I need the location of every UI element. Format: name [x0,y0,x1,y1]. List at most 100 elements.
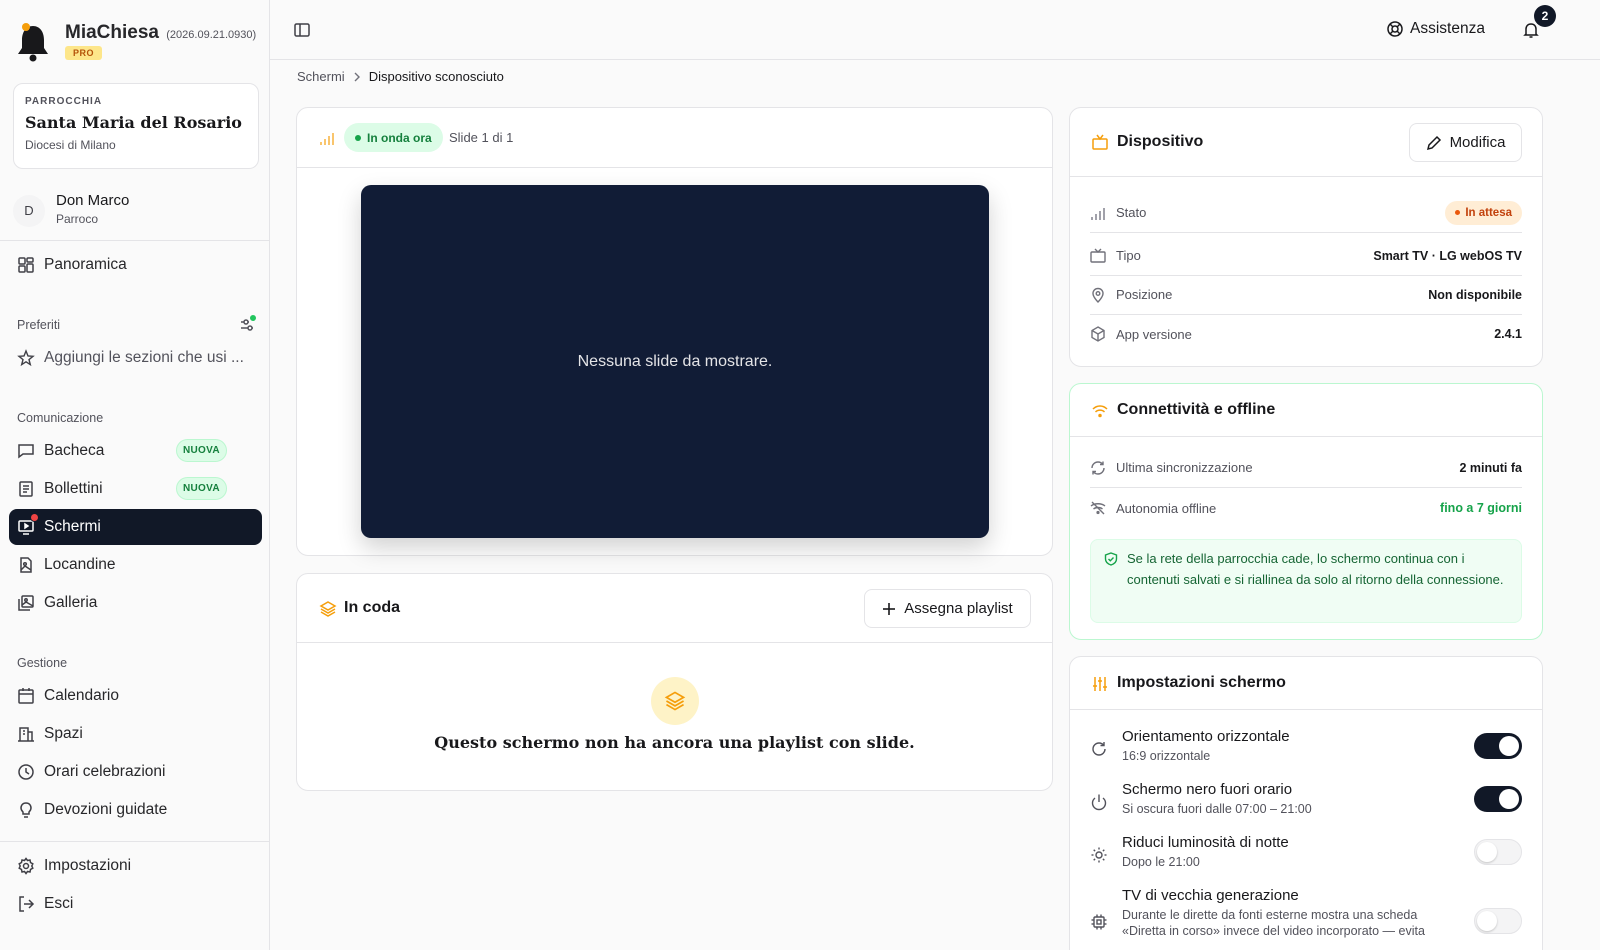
nav-label: Schermi [44,518,101,535]
nav-bollettini[interactable]: Bollettini NUOVA [9,471,262,507]
nav-label: Bacheca [44,442,105,459]
nav-schermi[interactable]: Schermi [9,509,262,545]
divider [0,841,269,842]
layers-icon [319,601,337,617]
night-black-toggle[interactable] [1474,786,1522,812]
connectivity-row-offline: Autonomia offline fino a 7 giorni [1090,488,1522,528]
connectivity-header: Connettività e offline [1070,384,1542,437]
map-pin-icon [1092,287,1104,303]
breadcrumb-current: Dispositivo sconosciuto [368,69,504,84]
plus-icon [883,602,896,615]
row-label: Stato [1116,205,1147,220]
queue-card: In coda Assegna playlist Questo schermo … [296,573,1053,791]
file-image-icon [20,557,32,573]
nav-orari-celebrazioni[interactable]: Orari celebrazioni [9,754,262,790]
legacy-tv-toggle[interactable] [1474,908,1522,934]
nav-esci[interactable]: Esci [9,886,262,922]
orientation-toggle[interactable] [1474,733,1522,759]
preview-card: In onda ora Slide 1 di 1 Nessuna slide d… [296,107,1053,556]
row-value: Smart TV · LG webOS TV [1373,248,1522,263]
connectivity-row-sync: Ultima sincronizzazione 2 minuti fa [1090,448,1522,488]
new-badge: NUOVA [176,477,227,500]
nav-label: Panoramica [44,256,127,273]
rotate-icon [1092,742,1106,756]
divider [0,240,269,241]
shield-check-icon [1104,552,1118,566]
app-version: (2026.09.21.0930) [166,29,257,41]
nav-galleria[interactable]: Galleria [9,585,262,621]
screen-settings-card: Impostazioni schermo Orientamento orizzo… [1069,656,1543,950]
refresh-icon [1091,460,1105,475]
user-name: Don Marco [56,192,130,209]
dim-night-toggle[interactable] [1474,839,1522,865]
empty-queue-illustration [651,677,699,725]
star-icon [17,349,35,367]
setting-description: Dopo le 21:00 [1122,855,1200,869]
clock-icon [18,764,34,780]
notifications-button[interactable]: 2 [1520,5,1556,42]
nav-label: Orari celebrazioni [44,763,166,780]
setting-legacy-tv: TV di vecchia generazione Durante le dir… [1090,887,1462,947]
user-profile[interactable]: D Don Marco Parroco [13,192,259,232]
gear-icon [18,857,34,875]
setting-night-black: Schermo nero fuori orario Si oscura fuor… [1090,781,1462,831]
slide-preview: Nessuna slide da mostrare. [361,185,989,538]
nav-panoramica[interactable]: Panoramica [9,247,262,283]
cpu-icon [1091,914,1107,930]
pencil-icon [1426,135,1441,150]
parish-diocese: Diocesi di Milano [25,138,116,152]
tv-icon [1092,134,1108,150]
setting-description: Durante le dirette da fonti esterne most… [1122,908,1425,938]
lightbulb-icon [20,802,32,818]
setting-dim-night: Riduci luminosità di notte Dopo le 21:00 [1090,834,1462,884]
signal-icon [320,133,334,145]
newspaper-icon [19,481,33,497]
section-favorites-title: Preferiti [17,318,61,332]
nav-spazi[interactable]: Spazi [9,716,262,752]
queue-title: In coda [344,599,401,616]
toggle-knob [1477,911,1497,931]
nav-bacheca[interactable]: Bacheca NUOVA [9,433,262,469]
wifi-off-icon [1090,501,1106,515]
favorites-placeholder[interactable]: Aggiungi le sezioni che usi ... [9,340,262,376]
help-button[interactable]: Assistenza [1386,20,1485,38]
avatar: D [13,195,45,227]
dashboard-icon [18,257,34,273]
sidebar-toggle-icon[interactable] [293,21,311,39]
setting-orientation: Orientamento orizzontale 16:9 orizzontal… [1090,728,1462,778]
signal-icon [1091,207,1105,220]
breadcrumb-link[interactable]: Schermi [297,69,345,84]
favorites-placeholder-text: Aggiungi le sezioni che usi ... [44,349,244,366]
nav-label: Spazi [44,725,83,742]
device-card: Dispositivo Modifica Stato In attesa Tip… [1069,107,1543,367]
nav-locandine[interactable]: Locandine [9,547,262,583]
nav-devozioni-guidate[interactable]: Devozioni guidate [9,792,262,828]
setting-title: Orientamento orizzontale [1122,728,1290,745]
queue-header: In coda Assegna playlist [297,574,1052,643]
layers-icon [664,691,686,711]
parish-card[interactable]: PARROCCHIA Santa Maria del Rosario Dioce… [13,83,259,169]
package-icon [1091,326,1105,342]
lifebuoy-icon [1387,21,1403,37]
nav-calendario[interactable]: Calendario [9,678,262,714]
queue-empty-text: Questo schermo non ha ancora una playlis… [434,733,915,752]
assign-playlist-button[interactable]: Assegna playlist [864,589,1031,628]
notification-dot [30,513,39,522]
device-row-type: Tipo Smart TV · LG webOS TV [1090,236,1522,276]
row-value: fino a 7 giorni [1440,501,1522,515]
live-badge-text: In onda ora [367,130,432,145]
parish-name: Santa Maria del Rosario [25,113,242,132]
row-label: Ultima sincronizzazione [1116,460,1253,475]
row-label: App versione [1116,326,1192,342]
nav-label: Galleria [44,594,98,611]
edit-button[interactable]: Modifica [1409,123,1522,162]
nav-label: Bollettini [44,480,103,497]
building-icon [18,727,34,742]
brand[interactable]: MiaChiesa (2026.09.21.0930) PRO [16,20,256,62]
screen-settings-header: Impostazioni schermo [1070,657,1542,710]
slide-counter: Slide 1 di 1 [449,130,514,145]
nav-impostazioni[interactable]: Impostazioni [9,848,262,884]
status-badge: In attesa [1445,200,1522,225]
nav-label: Devozioni guidate [44,801,168,818]
manage-favorites-icon[interactable] [238,314,258,334]
